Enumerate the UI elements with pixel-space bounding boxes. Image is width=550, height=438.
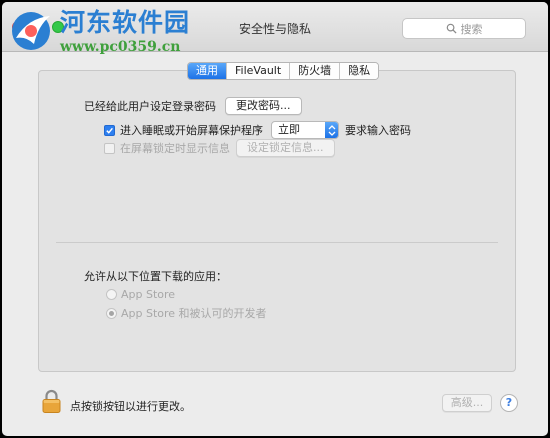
password-row: 已经给此用户设定登录密码 更改密码...	[84, 97, 302, 115]
identified-developers-radio[interactable]	[106, 307, 117, 319]
lock-message-label: 在屏幕锁定时显示信息	[120, 142, 230, 155]
tab-bar: 通用 FileVault 防火墙 隐私	[187, 62, 380, 80]
identified-developers-radio-label: App Store 和被认可的开发者	[121, 307, 267, 320]
tab-general[interactable]: 通用	[188, 63, 227, 79]
search-placeholder: 搜索	[460, 22, 483, 36]
watermark-name: 河东软件园	[60, 8, 191, 37]
allow-apps-heading-row: 允许从以下位置下载的应用：	[84, 268, 227, 284]
allow-option-identified-developers: App Store 和被认可的开发者	[106, 305, 267, 321]
require-password-label: 进入睡眠或开始屏幕保护程序	[120, 124, 263, 137]
require-password-checkbox[interactable]	[104, 124, 115, 136]
select-arrows-icon	[325, 122, 338, 138]
advanced-button[interactable]: 高级...	[442, 394, 492, 412]
preferences-window: 安全性与隐私 搜索 河东软件园 www.pc0359.cn 通用 FileVau…	[2, 2, 548, 436]
require-password-delay-value: 立即	[278, 123, 300, 136]
change-password-button[interactable]: 更改密码...	[225, 97, 302, 115]
watermark: 河东软件园 www.pc0359.cn	[8, 8, 190, 56]
allow-option-app-store: App Store	[106, 288, 175, 301]
lock-message-row: 在屏幕锁定时显示信息 设定锁定信息...	[104, 139, 335, 157]
search-field[interactable]: 搜索	[402, 18, 526, 39]
allow-apps-label: 允许从以下位置下载的应用：	[84, 270, 227, 283]
watermark-url: www.pc0359.cn	[60, 39, 181, 55]
checkmark-icon	[106, 127, 113, 134]
require-password-delay-select[interactable]: 立即	[271, 121, 339, 139]
search-icon	[446, 23, 457, 34]
lock-icon[interactable]	[42, 389, 61, 413]
lock-message-checkbox[interactable]	[104, 142, 115, 154]
require-password-row: 进入睡眠或开始屏幕保护程序 立即 要求输入密码	[104, 121, 411, 139]
help-button[interactable]: ?	[500, 394, 518, 412]
lock-instruction-text: 点按锁按钮以进行更改。	[70, 400, 191, 413]
tab-firewall[interactable]: 防火墙	[290, 63, 341, 79]
tab-filevault[interactable]: FileVault	[227, 63, 291, 79]
password-set-label: 已经给此用户设定登录密码	[84, 100, 216, 113]
section-divider	[56, 242, 498, 243]
app-store-radio[interactable]	[106, 289, 117, 300]
app-store-radio-label: App Store	[121, 288, 176, 301]
set-lock-message-button[interactable]: 设定锁定信息...	[236, 139, 335, 157]
general-panel	[38, 70, 516, 372]
tab-privacy[interactable]: 隐私	[340, 63, 379, 79]
watermark-logo-icon	[12, 12, 50, 50]
require-password-suffix: 要求输入密码	[345, 124, 411, 137]
